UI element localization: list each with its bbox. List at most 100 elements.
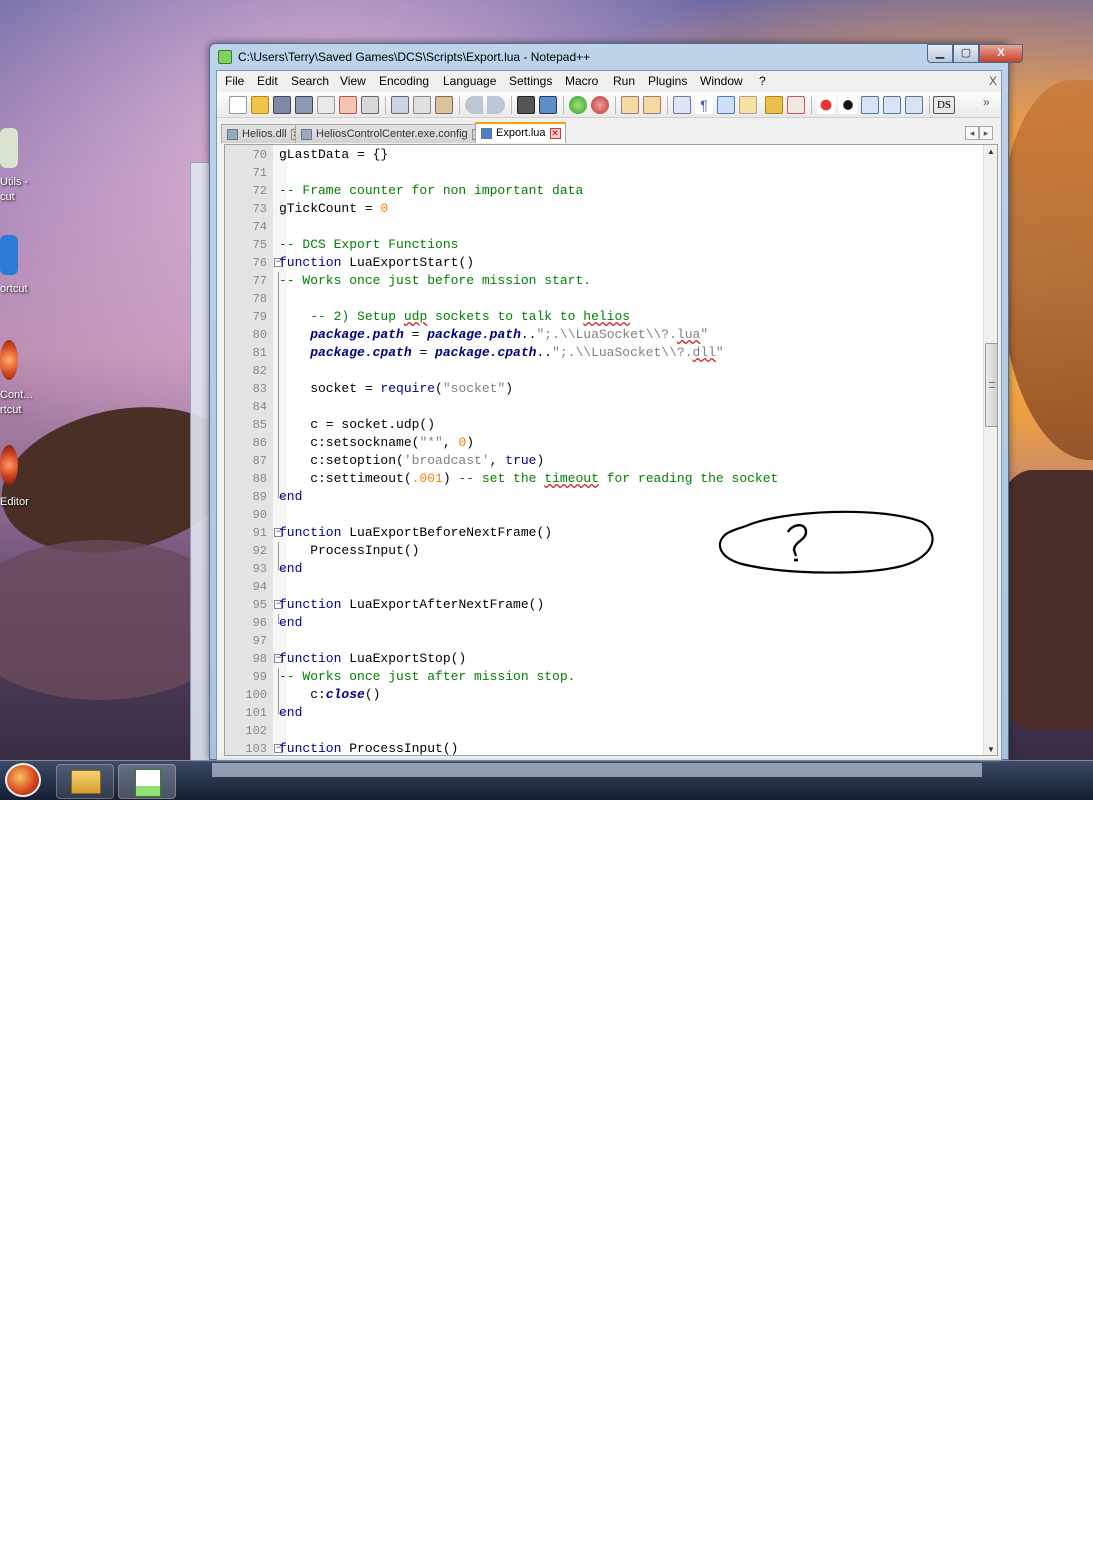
tab-helioscontrolcenter-config[interactable]: HeliosControlCenter.exe.config✕ — [295, 124, 488, 143]
code-line[interactable]: 85 c = socket.udp() — [225, 416, 983, 434]
vertical-scrollbar[interactable]: ▲ ▼ — [983, 145, 997, 755]
toolbar-overflow-icon[interactable]: » — [983, 95, 990, 109]
tab-scroll-left-icon[interactable]: ◂ — [965, 126, 979, 140]
replace-icon[interactable] — [539, 96, 557, 114]
maximize-button[interactable]: ▢ — [953, 44, 979, 63]
function-list-icon[interactable] — [765, 96, 783, 114]
find-icon[interactable] — [517, 96, 535, 114]
code-line[interactable]: 76− function LuaExportStart() — [225, 254, 983, 272]
play-macro-icon[interactable] — [861, 96, 879, 114]
minimize-button[interactable]: ▁ — [927, 44, 953, 63]
close-all-icon[interactable] — [339, 96, 357, 114]
code-line[interactable]: 101 end — [225, 704, 983, 722]
close-file-icon[interactable] — [317, 96, 335, 114]
sync-vertical-icon[interactable] — [621, 96, 639, 114]
menu-language[interactable]: Language — [443, 74, 496, 88]
desktop-icon-editor[interactable] — [0, 445, 18, 485]
code-line[interactable]: 97 — [225, 632, 983, 650]
code-line[interactable]: 81 package.cpath = package.cpath..";.\\L… — [225, 344, 983, 362]
code-line[interactable]: 75 -- DCS Export Functions — [225, 236, 983, 254]
menu-window[interactable]: Window — [700, 74, 743, 88]
code-line[interactable]: 80 package.path = package.path..";.\\Lua… — [225, 326, 983, 344]
tab-export-lua[interactable]: Export.lua ✕ — [475, 122, 566, 143]
zoom-out-icon[interactable] — [591, 96, 609, 114]
code-area[interactable]: 70 gLastData = {} 71 72 -- Frame counter for… — [225, 145, 983, 755]
indent-guide-icon[interactable] — [717, 96, 735, 114]
save-icon[interactable] — [273, 96, 291, 114]
menu-view[interactable]: View — [340, 74, 366, 88]
code-line[interactable]: 84 — [225, 398, 983, 416]
menu-settings[interactable]: Settings — [509, 74, 552, 88]
undo-icon[interactable] — [465, 96, 483, 114]
close-button[interactable]: X — [979, 44, 1023, 63]
notepad-window[interactable]: C:\Users\Terry\Saved Games\DCS\Scripts\E… — [209, 43, 1023, 762]
taskbar-explorer[interactable] — [56, 764, 114, 799]
code-line[interactable]: 82 — [225, 362, 983, 380]
toolbar-separator — [385, 96, 386, 114]
desktop-icon-control-center[interactable] — [0, 340, 18, 380]
print-icon[interactable] — [361, 96, 379, 114]
code-line[interactable]: 103− function ProcessInput() — [225, 740, 983, 755]
show-all-chars-icon[interactable]: ¶ — [695, 96, 713, 114]
user-define-dialog-icon[interactable] — [739, 96, 757, 114]
tab-scroll-right-icon[interactable]: ▸ — [979, 126, 993, 140]
taskbar-notepadpp[interactable] — [118, 764, 176, 799]
new-file-icon[interactable] — [229, 96, 247, 114]
code-line[interactable]: 74 — [225, 218, 983, 236]
tab-helios-dll[interactable]: Helios.dll✕ — [221, 124, 307, 143]
doc-map-icon[interactable] — [787, 96, 805, 114]
menu-help[interactable]: ? — [759, 74, 766, 88]
code-line[interactable]: 94 — [225, 578, 983, 596]
scrollbar-thumb[interactable] — [985, 343, 997, 427]
code-line[interactable]: 78 — [225, 290, 983, 308]
sync-horizontal-icon[interactable] — [643, 96, 661, 114]
code-line[interactable]: 98− function LuaExportStop() — [225, 650, 983, 668]
scroll-down-icon[interactable]: ▼ — [987, 745, 995, 754]
save-all-icon[interactable] — [295, 96, 313, 114]
code-line[interactable]: 72 -- Frame counter for non important dat… — [225, 182, 983, 200]
code-line[interactable]: 96 end — [225, 614, 983, 632]
code-line[interactable]: 77 -- Works once just before mission star… — [225, 272, 983, 290]
close-document-icon[interactable]: X — [989, 74, 997, 88]
tray-expand-icon[interactable]: ▲ — [1072, 1536, 1082, 1547]
code-line[interactable]: 102 — [225, 722, 983, 740]
code-line[interactable]: 87 c:setoption('broadcast', true) — [225, 452, 983, 470]
menu-macro[interactable]: Macro — [565, 74, 598, 88]
close-tab-icon[interactable]: ✕ — [549, 127, 561, 139]
code-line[interactable]: 86 c:setsockname("*", 0) — [225, 434, 983, 452]
play-macro-multiple-icon[interactable] — [883, 96, 901, 114]
start-button[interactable] — [5, 763, 41, 797]
menu-search[interactable]: Search — [291, 74, 329, 88]
code-line[interactable]: 70 gLastData = {} — [225, 146, 983, 164]
scroll-up-icon[interactable]: ▲ — [987, 147, 995, 156]
redo-icon[interactable] — [487, 96, 505, 114]
open-file-icon[interactable] — [251, 96, 269, 114]
word-wrap-icon[interactable] — [673, 96, 691, 114]
title-bar[interactable]: C:\Users\Terry\Saved Games\DCS\Scripts\E… — [210, 44, 1023, 70]
menu-encoding[interactable]: Encoding — [379, 74, 429, 88]
code-line[interactable]: 88 c:settimeout(.001) -- set the timeout… — [225, 470, 983, 488]
menu-plugins[interactable]: Plugins — [648, 74, 687, 88]
record-macro-icon[interactable] — [817, 96, 835, 114]
code-line[interactable]: 89 end — [225, 488, 983, 506]
ds-plugin-button[interactable]: DS — [933, 96, 955, 114]
code-line[interactable]: 95− function LuaExportAfterNextFrame() — [225, 596, 983, 614]
code-line[interactable]: 100 c:close() — [225, 686, 983, 704]
zoom-in-icon[interactable] — [569, 96, 587, 114]
code-line[interactable]: 73 gTickCount = 0 — [225, 200, 983, 218]
desktop-icon-shortcut[interactable] — [0, 235, 18, 275]
code-line[interactable]: 79 -- 2) Setup udp sockets to talk to he… — [225, 308, 983, 326]
menu-run[interactable]: Run — [613, 74, 635, 88]
cut-icon[interactable] — [391, 96, 409, 114]
code-line[interactable]: 71 — [225, 164, 983, 182]
menu-edit[interactable]: Edit — [257, 74, 278, 88]
copy-icon[interactable] — [413, 96, 431, 114]
stop-macro-icon[interactable] — [839, 96, 857, 114]
menu-file[interactable]: File — [225, 74, 244, 88]
save-macro-icon[interactable] — [905, 96, 923, 114]
desktop-icon-utils[interactable] — [0, 128, 18, 168]
code-line[interactable]: 83 socket = require("socket") — [225, 380, 983, 398]
paste-icon[interactable] — [435, 96, 453, 114]
code-line[interactable]: 99 -- Works once just after mission stop. — [225, 668, 983, 686]
code-editor[interactable]: 70 gLastData = {} 71 72 -- Frame counter for… — [224, 144, 998, 756]
